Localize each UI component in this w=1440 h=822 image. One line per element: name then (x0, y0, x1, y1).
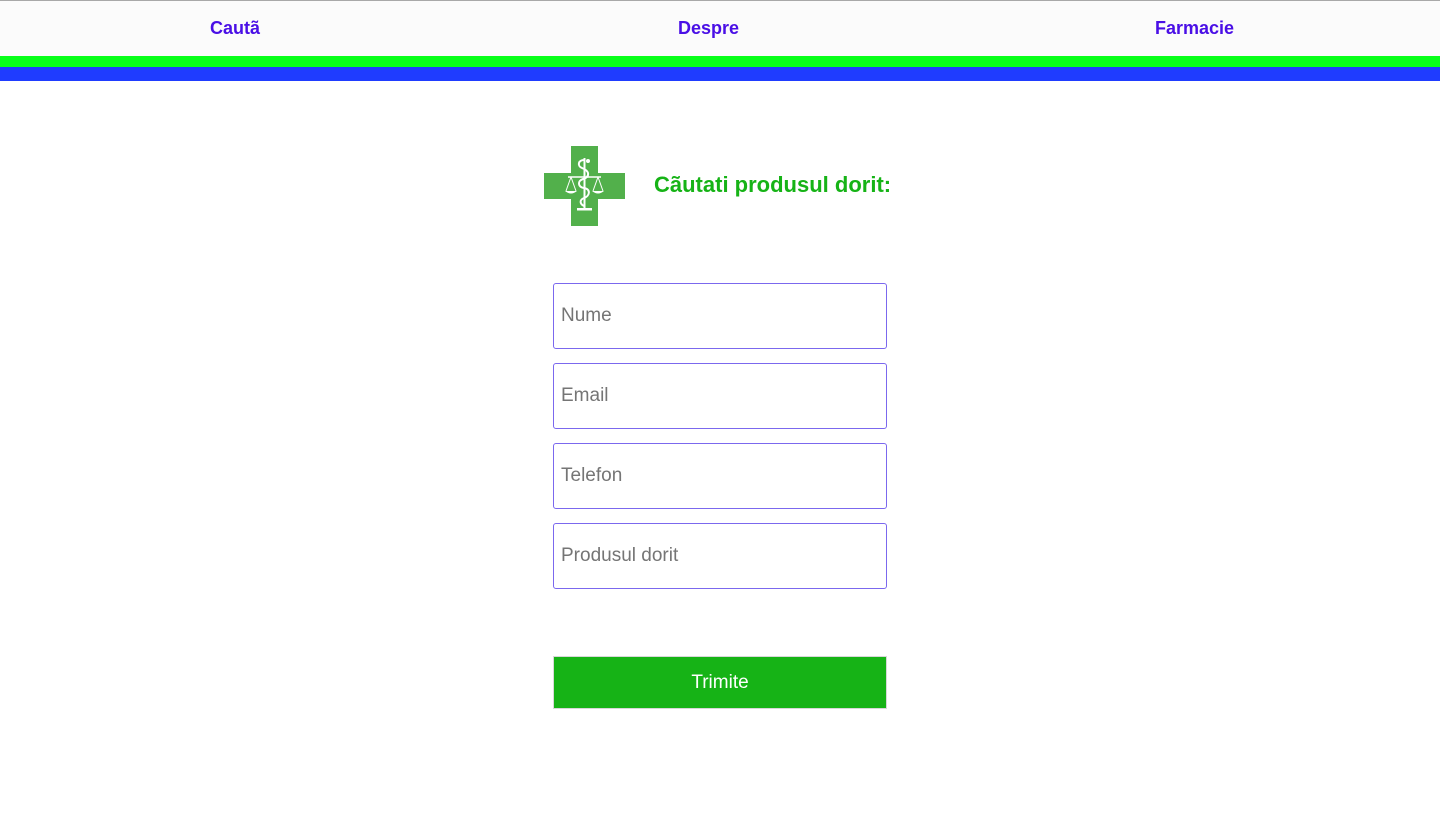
nav-link-farmacie[interactable]: Farmacie (1155, 18, 1234, 39)
green-stripe-divider (0, 56, 1440, 67)
phone-field[interactable] (553, 443, 887, 509)
email-field[interactable] (553, 363, 887, 429)
nav-link-despre[interactable]: Despre (678, 18, 739, 39)
blue-stripe-divider (0, 67, 1440, 81)
top-navigation: Cautã Despre Farmacie (0, 0, 1440, 56)
page-title: Cãutati produsul dorit: (654, 172, 892, 197)
submit-button[interactable]: Trimite (553, 656, 887, 709)
desired-product-field[interactable] (553, 523, 887, 589)
pharmacy-cross-icon (544, 146, 625, 226)
nav-link-cauta[interactable]: Cautã (210, 18, 260, 39)
name-field[interactable] (553, 283, 887, 349)
